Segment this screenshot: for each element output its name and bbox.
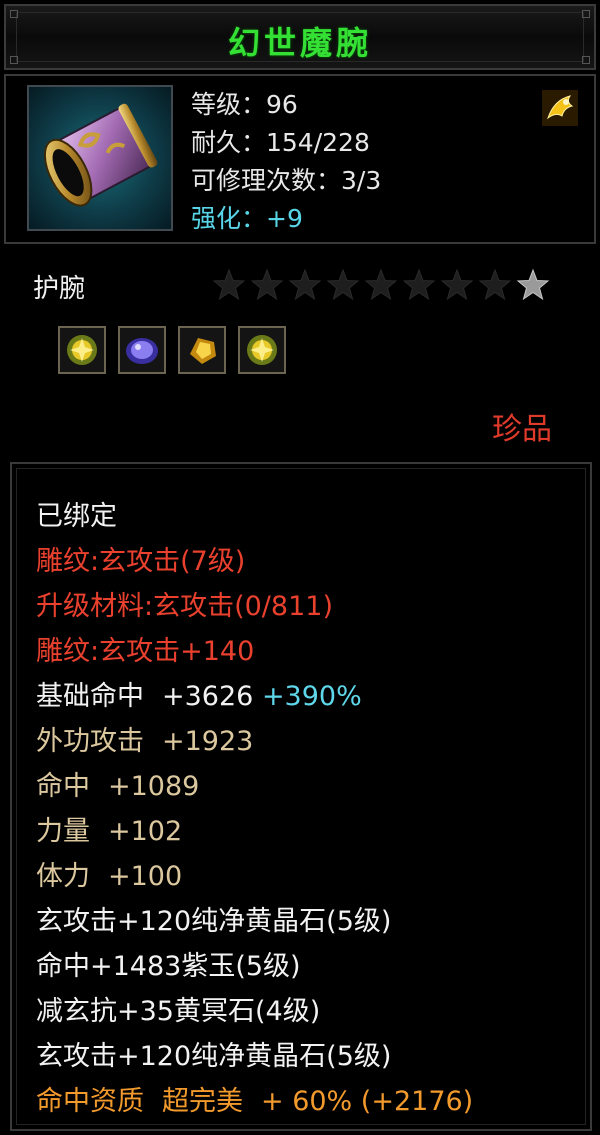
frame-corner [10,10,18,18]
strength-label: 力量 [36,816,90,847]
star-dim-icon [250,268,284,302]
strength-value: +102 [108,816,183,847]
strength-line: 力量 +102 [36,809,473,854]
star-lit-icon [516,268,550,302]
gem-slots [58,326,286,374]
star-dim-icon [288,268,322,302]
frame-corner [582,10,590,18]
attribute-panel: 已绑定 雕纹:玄攻击(7级) 升级材料:玄攻击(0/811) 雕纹:玄攻击+14… [10,462,592,1131]
item-name-title: 幻世魔腕 [227,24,372,62]
base-hit-label: 基础命中 [36,681,144,712]
gold-dragon-icon [540,88,580,128]
enhance-line: 强化：+9 [191,200,381,238]
purple-jade-gem-icon[interactable] [118,326,166,374]
item-type-label: 护腕 [33,274,86,304]
gem-bonus-line: 玄攻击+120纯净黄晶石(5级) [36,906,392,937]
item-stats: 等级：96 耐久：154/228 可修理次数：3/3 强化：+9 [191,86,381,238]
stamina-label: 体力 [36,861,90,892]
enhance-value: +9 [266,204,303,233]
star-dim-icon [212,268,246,302]
level-text: 等级：96 [191,90,298,119]
gem-bonus-line: 玄攻击+120纯净黄晶石(5级) [36,1041,392,1072]
gold-stone-gem-icon[interactable] [178,326,226,374]
star-dim-icon [364,268,398,302]
base-hit-line: 基础命中 +3626 +390% [36,674,473,719]
stamina-line: 体力 +100 [36,854,473,899]
title-bar: 幻世魔腕 [4,4,596,70]
rarity-label: 珍品 [492,412,552,447]
upgrade-material-line: 升级材料:玄攻击(0/811) [36,591,333,622]
star-dim-icon [478,268,512,302]
external-attack-value: +1923 [162,726,254,757]
repair-count-text: 可修理次数：3/3 [191,166,382,195]
enhance-label: 强化： [191,204,267,233]
durability-text: 耐久：154/228 [191,128,370,157]
aptitude-value: + 60% (+2176) [261,1086,474,1117]
hit-line: 命中 +1089 [36,764,473,809]
star-dim-icon [402,268,436,302]
aptitude-label: 命中资质 [36,1086,144,1117]
bound-status: 已绑定 [36,501,117,532]
attribute-list: 已绑定 雕纹:玄攻击(7级) 升级材料:玄攻击(0/811) 雕纹:玄攻击+14… [36,494,473,1124]
star-rating [212,268,550,302]
external-attack-label: 外功攻击 [36,726,144,757]
external-attack-line: 外功攻击 +1923 [36,719,473,764]
yellow-crystal-gem-icon[interactable] [58,326,106,374]
aptitude-grade: 超完美 [162,1086,243,1117]
engrave-line: 雕纹:玄攻击(7级) [36,546,246,577]
star-dim-icon [326,268,360,302]
hit-value: +1089 [108,771,200,802]
item-header-panel: 等级：96 耐久：154/228 可修理次数：3/3 强化：+9 [4,74,596,244]
base-hit-percent: +390% [261,681,362,712]
yellow-crystal-gem-icon[interactable] [238,326,286,374]
engrave-bonus-line: 雕纹:玄攻击+140 [36,636,255,667]
star-dim-icon [440,268,474,302]
aptitude-line: 命中资质 超完美 + 60% (+2176) [36,1079,473,1124]
stamina-value: +100 [108,861,183,892]
hit-label: 命中 [36,771,90,802]
bracer-item-icon [27,85,173,231]
gem-bonus-line: 减玄抗+35黄冥石(4级) [36,996,321,1027]
gem-bonus-line: 命中+1483紫玉(5级) [36,951,301,982]
base-hit-value: +3626 [162,681,254,712]
